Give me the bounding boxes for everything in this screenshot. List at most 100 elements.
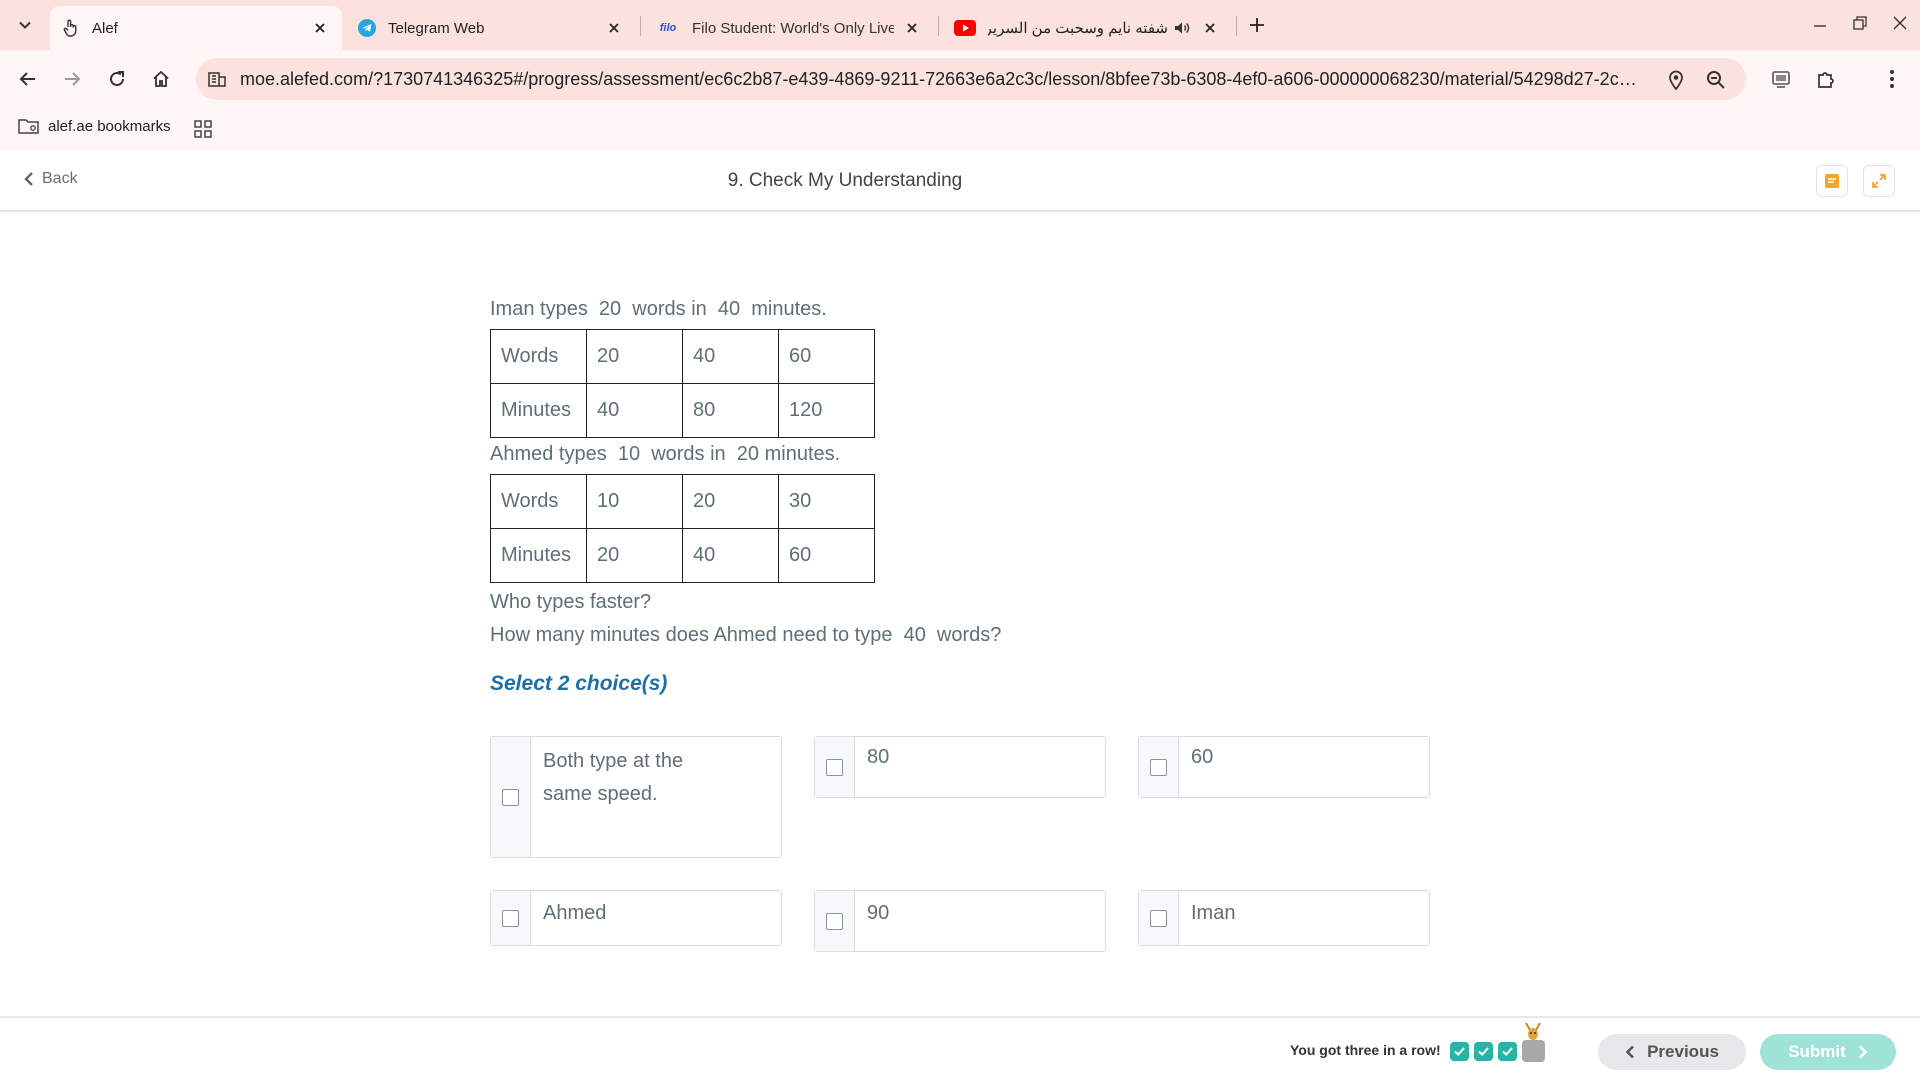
- checkbox[interactable]: [826, 912, 843, 930]
- minimize-icon: [1814, 25, 1826, 27]
- table-cell: 10: [586, 474, 683, 529]
- close-icon: [1893, 16, 1907, 30]
- puzzle-icon: [1818, 72, 1834, 88]
- more-vertical-icon: [1890, 70, 1894, 88]
- question-minutes: How many minutes does Ahmed need to type…: [490, 624, 1002, 646]
- close-icon[interactable]: [310, 18, 330, 38]
- table-cell: 30: [778, 474, 875, 529]
- notes-button[interactable]: [1816, 165, 1848, 197]
- new-tab-button[interactable]: [1244, 12, 1270, 38]
- chevron-left-icon: [1625, 1045, 1635, 1059]
- checkbox[interactable]: [826, 758, 843, 776]
- checkbox[interactable]: [1150, 758, 1167, 776]
- table-cell: 40: [586, 383, 683, 438]
- expand-icon: [1872, 174, 1886, 188]
- youtube-icon: [954, 19, 976, 37]
- speaker-icon[interactable]: [1172, 18, 1192, 38]
- select-instruction: Select 2 choice(s): [490, 672, 668, 695]
- choice-option[interactable]: 80: [814, 736, 1106, 798]
- url-text[interactable]: moe.alefed.com/?1730741346325#/progress/…: [240, 69, 1640, 90]
- fullscreen-button[interactable]: [1863, 165, 1895, 197]
- tab-alef[interactable]: Alef: [50, 6, 342, 50]
- table-cell: 40: [682, 528, 779, 583]
- assessment-footer: You got three in a row! Previous Submit: [0, 1016, 1920, 1080]
- minimize-button[interactable]: [1805, 10, 1835, 36]
- home-icon: [153, 70, 169, 87]
- close-icon[interactable]: [902, 18, 922, 38]
- tab-title: Filo Student: World's Only Live I: [692, 19, 894, 37]
- table-cell: 20: [586, 528, 683, 583]
- filo-icon: filo: [659, 22, 677, 34]
- table-cell: 20: [682, 474, 779, 529]
- choice-label: Iman: [1191, 902, 1236, 924]
- table-row: Words 20 40 60: [490, 329, 875, 384]
- chevron-right-icon: [1858, 1045, 1868, 1059]
- cast-button[interactable]: [1766, 64, 1796, 94]
- bookmark-folder[interactable]: alef.ae bookmarks: [18, 116, 171, 136]
- tab-title: شفته نايم وسحبت من السرير: [988, 20, 1168, 37]
- streak-check-icon: [1474, 1042, 1493, 1061]
- iman-table: Words 20 40 60 Minutes 40 80 120: [490, 329, 875, 438]
- table-cell: 120: [778, 383, 875, 438]
- previous-button[interactable]: Previous: [1598, 1034, 1746, 1070]
- folder-icon: [18, 116, 40, 136]
- back-nav-button[interactable]: [12, 63, 44, 95]
- checkbox-column: [491, 891, 531, 945]
- previous-label: Previous: [1647, 1042, 1719, 1061]
- restore-icon: [1853, 16, 1867, 30]
- zoom-icon[interactable]: [1704, 68, 1728, 92]
- checkbox-column: [1139, 737, 1179, 797]
- home-button[interactable]: [145, 63, 177, 95]
- hand-pointer-icon: [62, 19, 80, 37]
- checkbox-column: [1139, 891, 1179, 945]
- checkbox[interactable]: [502, 788, 519, 806]
- streak-message: You got three in a row!: [1290, 1042, 1441, 1058]
- close-icon[interactable]: [604, 18, 624, 38]
- tab-title: Alef: [92, 19, 118, 37]
- tab-telegram[interactable]: Telegram Web: [346, 6, 636, 50]
- reload-button[interactable]: [101, 63, 133, 95]
- choice-option[interactable]: 90: [814, 890, 1106, 952]
- choice-option[interactable]: Ahmed: [490, 890, 782, 946]
- choice-label: 90: [867, 902, 890, 924]
- choice-option[interactable]: Iman: [1138, 890, 1430, 946]
- apps-grid-button[interactable]: [192, 118, 214, 140]
- address-bar[interactable]: moe.alefed.com/?1730741346325#/progress/…: [196, 58, 1746, 100]
- site-info-icon[interactable]: [206, 68, 228, 90]
- submit-button[interactable]: Submit: [1760, 1034, 1896, 1070]
- close-window-button[interactable]: [1885, 10, 1915, 36]
- choice-label: 80: [867, 746, 890, 768]
- grid-icon: [194, 120, 212, 138]
- table-cell: 40: [682, 329, 779, 384]
- checkbox[interactable]: [1150, 909, 1167, 927]
- tab-separator: [938, 16, 939, 36]
- table-cell: 60: [778, 329, 875, 384]
- choice-option[interactable]: 60: [1138, 736, 1430, 798]
- table-row: Minutes 20 40 60: [490, 528, 875, 583]
- table-cell: 20: [586, 329, 683, 384]
- arrow-right-icon: [65, 72, 81, 86]
- tab-filo[interactable]: filo Filo Student: World's Only Live I: [644, 6, 934, 50]
- forward-nav-button[interactable]: [56, 63, 88, 95]
- table-cell: 80: [682, 383, 779, 438]
- close-icon[interactable]: [1200, 18, 1220, 38]
- restore-button[interactable]: [1845, 10, 1875, 36]
- tab-youtube[interactable]: شفته نايم وسحبت من السرير: [942, 6, 1232, 50]
- extensions-button[interactable]: [1811, 64, 1841, 94]
- arrow-left-icon: [19, 72, 35, 86]
- choice-label: Both type at the same speed.: [543, 750, 684, 805]
- location-pin-icon[interactable]: [1664, 68, 1688, 92]
- note-icon: [1825, 174, 1839, 188]
- browser-menu-button[interactable]: [1877, 64, 1907, 94]
- choice-option[interactable]: Both type at the same speed.: [490, 736, 782, 858]
- tab-separator: [640, 16, 641, 36]
- tab-search-button[interactable]: [10, 10, 40, 40]
- browser-toolbar: moe.alefed.com/?1730741346325#/progress/…: [0, 50, 1920, 108]
- checkbox[interactable]: [502, 909, 519, 927]
- streak-check-icon: [1450, 1042, 1469, 1061]
- telegram-icon: [358, 19, 376, 37]
- table-row: Words 10 20 30: [490, 474, 875, 529]
- checkbox-column: [491, 737, 531, 857]
- tab-separator: [1236, 16, 1237, 36]
- submit-label: Submit: [1788, 1042, 1846, 1061]
